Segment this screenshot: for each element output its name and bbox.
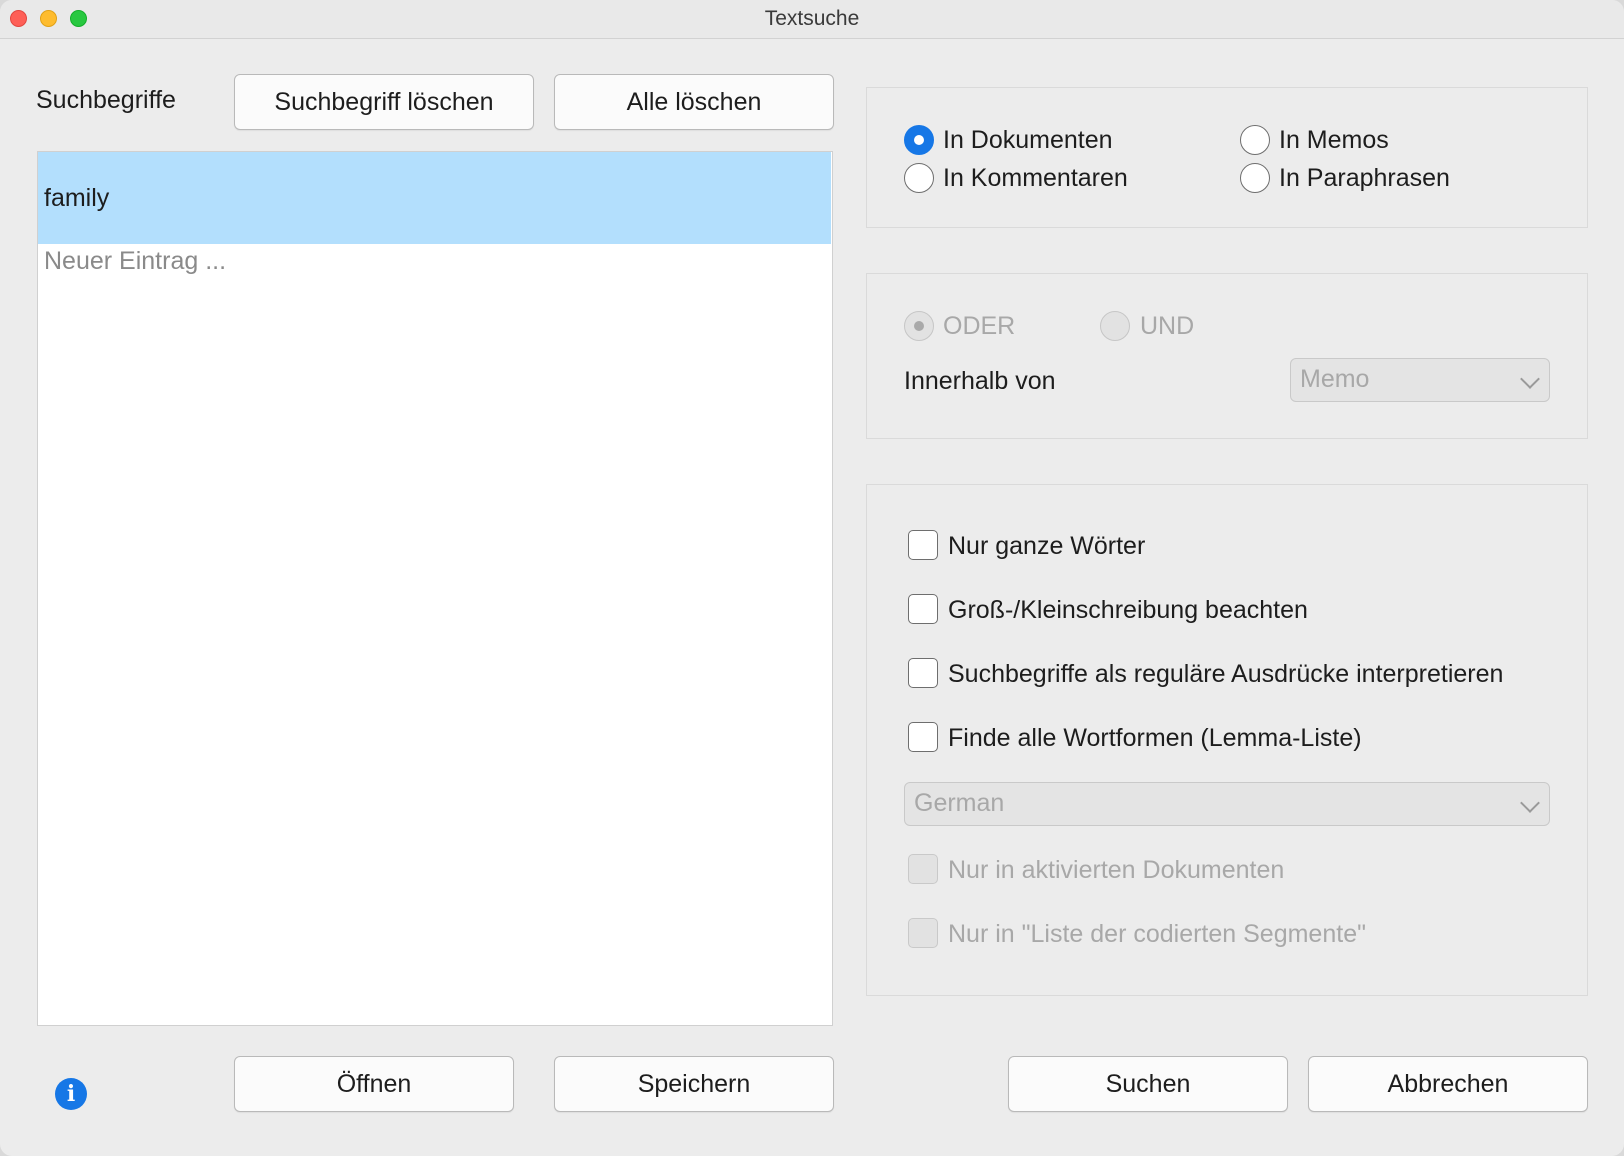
in-paraphrases-radio[interactable] [1240,163,1270,193]
logic-panel [866,273,1588,439]
save-button[interactable]: Speichern [554,1056,834,1112]
search-scope-panel [866,87,1588,228]
window-title: Textsuche [764,7,860,30]
search-terms-label: Suchbegriffe [36,86,176,114]
only-activated-label: Nur in aktivierten Dokumenten [948,856,1285,884]
and-radio[interactable] [1100,311,1130,341]
chevron-down-icon [1520,369,1540,389]
whole-words-checkbox[interactable] [908,530,938,560]
lemma-checkbox[interactable] [908,722,938,752]
and-label: UND [1140,312,1195,340]
text-search-dialog: Textsuche Suchbegriffe Suchbegriff lösch… [0,0,1624,1156]
chevron-down-icon [1520,793,1540,813]
in-documents-label[interactable]: In Dokumenten [943,126,1113,155]
search-terms-list[interactable]: family Neuer Eintrag ... [37,151,833,1026]
regex-checkbox[interactable] [908,658,938,688]
language-select-value: German [914,789,1005,817]
regex-label[interactable]: Suchbegriffe als reguläre Ausdrücke inte… [948,660,1503,689]
cancel-button[interactable]: Abbrechen [1308,1056,1588,1112]
title-bar: Textsuche [0,0,1624,39]
new-entry-placeholder[interactable]: Neuer Eintrag ... [44,244,226,278]
only-activated-checkbox[interactable] [908,854,938,884]
whole-words-label[interactable]: Nur ganze Wörter [948,532,1145,561]
in-documents-radio[interactable] [904,125,934,155]
in-comments-radio[interactable] [904,163,934,193]
delete-search-term-button[interactable]: Suchbegriff löschen [234,74,534,130]
or-label: ODER [943,312,1016,340]
in-memos-label[interactable]: In Memos [1279,126,1389,155]
only-coded-segments-checkbox[interactable] [908,918,938,948]
case-sensitive-label[interactable]: Groß-/Kleinschreibung beachten [948,596,1308,625]
in-paraphrases-label[interactable]: In Paraphrasen [1279,164,1450,193]
language-select[interactable]: German [904,782,1550,826]
in-memos-radio[interactable] [1240,125,1270,155]
lemma-label[interactable]: Finde alle Wortformen (Lemma-Liste) [948,724,1362,753]
only-coded-segments-label: Nur in "Liste der codierten Segmente" [948,920,1366,948]
open-button[interactable]: Öffnen [234,1056,514,1112]
case-sensitive-checkbox[interactable] [908,594,938,624]
delete-all-button[interactable]: Alle löschen [554,74,834,130]
or-radio[interactable] [904,311,934,341]
within-label: Innerhalb von [904,367,1056,395]
search-button[interactable]: Suchen [1008,1056,1288,1112]
in-comments-label[interactable]: In Kommentaren [943,164,1128,193]
info-icon[interactable]: i [55,1078,87,1110]
within-select[interactable]: Memo [1290,358,1550,402]
list-item[interactable]: family [38,152,831,244]
within-select-value: Memo [1300,365,1370,393]
